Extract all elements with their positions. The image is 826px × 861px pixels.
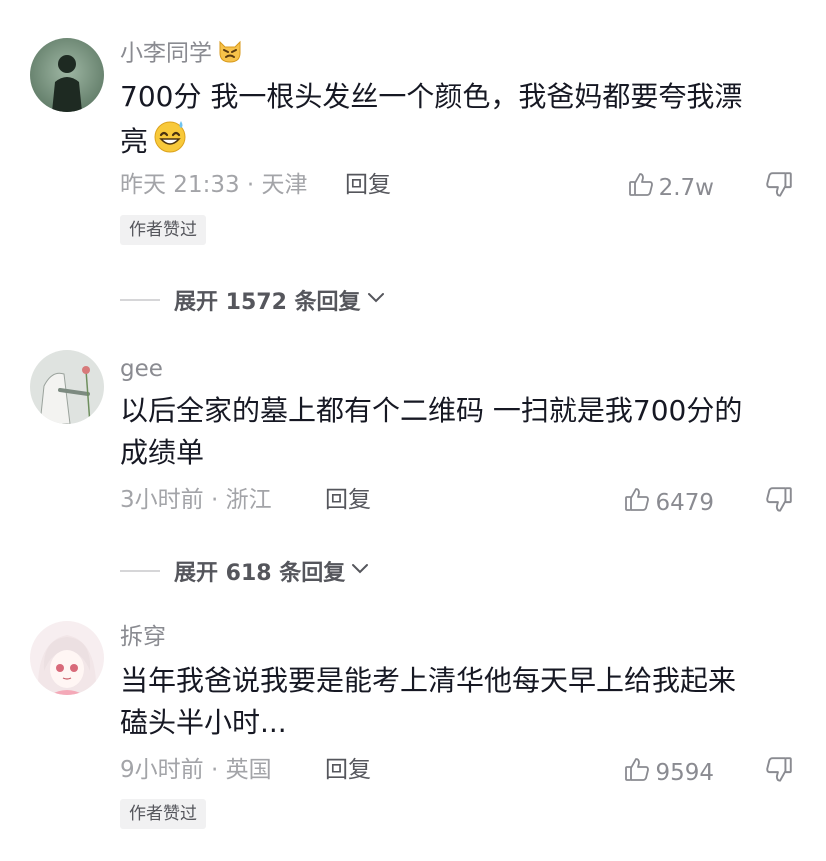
expand-replies-button[interactable]: 展开 618 条回复 [120, 556, 371, 586]
thumbs-down-icon[interactable] [764, 755, 794, 785]
chevron-down-icon [365, 286, 387, 314]
avatar[interactable] [30, 621, 104, 695]
reply-button[interactable]: 回复 [325, 485, 371, 515]
thumbs-up-icon [623, 485, 651, 521]
reply-button[interactable]: 回复 [325, 755, 371, 785]
author-liked-badge: 作者赞过 [120, 215, 206, 245]
avatar[interactable] [30, 350, 104, 424]
like-button[interactable]: 2.7w [627, 170, 714, 206]
divider-line [120, 299, 160, 301]
thumbs-down-icon[interactable] [764, 170, 794, 200]
comment-meta: 3小时前 · 浙江 [120, 487, 272, 513]
thumbs-down-icon[interactable] [764, 485, 794, 515]
comment-text: 当年我爸说我要是能考上清华他每天早上给我起来 磕头半小时... [120, 664, 737, 739]
thumbs-up-icon [623, 755, 651, 791]
like-button[interactable]: 6479 [623, 485, 714, 521]
expand-replies-button[interactable]: 展开 1572 条回复 [120, 285, 387, 315]
username[interactable]: 小李同学 [120, 36, 244, 72]
comment-meta: 昨天 21:33 · 天津 [120, 172, 308, 198]
comment-text: 700分 我一根头发丝一个颜色，我爸妈都要夸我漂 亮 [120, 76, 800, 166]
username[interactable]: 拆穿 [120, 622, 166, 652]
author-liked-badge: 作者赞过 [120, 799, 206, 829]
username[interactable]: gee [120, 354, 163, 384]
cat-emoji-icon [216, 36, 244, 72]
divider-line [120, 570, 160, 572]
chevron-down-icon [349, 557, 371, 585]
thumbs-up-icon [627, 170, 655, 206]
reply-button[interactable]: 回复 [345, 170, 391, 200]
avatar[interactable] [30, 38, 104, 112]
grin-sweat-emoji-icon [152, 118, 188, 166]
comment-meta: 9小时前 · 英国 [120, 757, 272, 783]
like-button[interactable]: 9594 [623, 755, 714, 791]
comment-text: 以后全家的墓上都有个二维码 一扫就是我700分的 成绩单 [120, 394, 743, 469]
